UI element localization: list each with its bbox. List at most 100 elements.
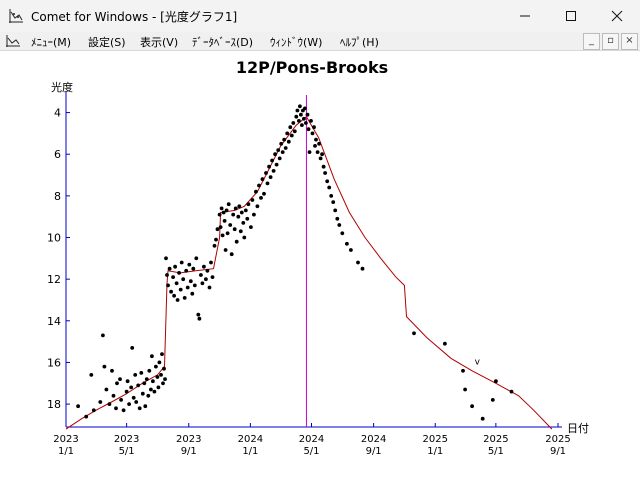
observation-point xyxy=(199,273,203,277)
observation-point xyxy=(285,131,290,136)
observation-point xyxy=(163,377,167,381)
observation-point xyxy=(250,198,255,202)
observation-point xyxy=(317,141,321,146)
observation-point xyxy=(207,285,212,290)
observation-point xyxy=(196,312,201,317)
observation-point xyxy=(149,387,153,392)
observation-point xyxy=(314,137,318,142)
observation-point xyxy=(300,123,304,127)
observation-point xyxy=(114,406,118,411)
observation-point xyxy=(264,171,268,175)
observation-point xyxy=(238,229,243,234)
observation-point xyxy=(461,368,465,373)
observation-point xyxy=(273,152,277,157)
observation-point xyxy=(345,241,349,246)
observation-point xyxy=(212,243,217,248)
x-tick-label-year: 2023 xyxy=(114,434,139,445)
observation-point xyxy=(204,277,208,282)
menu-bar: ﾒﾆｭｰ(M) 設定(S) 表示(V) ﾃﾞｰﾀﾍﾞｰｽ(D) ｳｨﾝﾄﾞｳ(W… xyxy=(0,32,640,51)
x-tick-label-year: 2025 xyxy=(423,434,448,445)
mdi-minimize-button[interactable]: _ xyxy=(583,33,600,50)
observation-point xyxy=(146,393,151,398)
observation-point xyxy=(91,408,96,413)
mdi-restore-button[interactable]: ▫ xyxy=(602,33,619,50)
observation-point xyxy=(124,389,129,394)
observation-point xyxy=(349,248,353,252)
observation-point xyxy=(167,266,172,271)
observation-point xyxy=(175,298,180,302)
observation-point xyxy=(265,181,270,186)
observation-point xyxy=(205,268,210,273)
x-tick-label-date: 1/1 xyxy=(427,446,443,457)
observation-point xyxy=(241,221,246,225)
observation-point xyxy=(187,262,192,267)
menu-help[interactable]: ﾍﾙﾌﾟ(H) xyxy=(340,34,379,50)
y-tick-label: 6 xyxy=(54,148,61,161)
observation-point xyxy=(174,281,179,286)
observation-point xyxy=(303,106,307,111)
observation-point xyxy=(185,285,190,290)
observation-point xyxy=(172,293,177,298)
observation-point xyxy=(194,256,199,261)
x-tick-label-year: 2024 xyxy=(238,434,263,445)
observation-point xyxy=(219,206,224,211)
observation-point xyxy=(127,402,131,406)
observation-point xyxy=(157,360,162,365)
menu-settings[interactable]: 設定(S) xyxy=(88,34,126,50)
observation-point xyxy=(214,237,218,242)
close-button[interactable] xyxy=(594,0,640,32)
observation-point xyxy=(118,377,122,381)
observation-point xyxy=(169,289,174,294)
observation-point xyxy=(209,260,213,265)
observation-point xyxy=(231,212,236,217)
observation-point xyxy=(304,121,308,125)
observation-point xyxy=(218,225,223,230)
observation-point xyxy=(155,375,160,379)
observation-point xyxy=(173,264,178,269)
x-tick-label-date: 5/1 xyxy=(488,446,504,457)
observation-point xyxy=(295,108,300,113)
observation-point xyxy=(115,381,119,386)
x-tick-label-date: 1/1 xyxy=(242,446,258,457)
observation-point xyxy=(184,268,189,273)
x-tick-label-year: 2025 xyxy=(545,434,570,445)
observation-point xyxy=(283,146,288,150)
maximize-button[interactable] xyxy=(548,0,594,32)
x-tick-label-date: 5/1 xyxy=(119,446,135,457)
observation-point xyxy=(302,116,306,121)
observation-point xyxy=(494,379,498,384)
observation-point xyxy=(102,364,107,369)
x-tick-label-date: 9/1 xyxy=(181,446,197,457)
observation-point xyxy=(259,196,263,200)
menu-view[interactable]: 表示(V) xyxy=(140,34,178,50)
y-tick-label: 10 xyxy=(47,232,61,245)
document-icon[interactable] xyxy=(5,33,21,49)
observation-point xyxy=(119,398,123,402)
x-tick-label-date: 1/1 xyxy=(58,446,74,457)
menu-menu[interactable]: ﾒﾆｭｰ(M) xyxy=(31,34,71,50)
marker-label: v xyxy=(475,358,481,368)
y-tick-label: 12 xyxy=(47,273,61,286)
minimize-button[interactable] xyxy=(502,0,548,32)
observation-point xyxy=(137,406,142,411)
x-tick-label-year: 2024 xyxy=(299,434,324,445)
observation-point xyxy=(197,316,202,321)
observation-point xyxy=(125,379,130,384)
observation-point xyxy=(151,379,155,384)
menu-window[interactable]: ｳｨﾝﾄﾞｳ(W) xyxy=(270,34,322,50)
observation-point xyxy=(139,371,144,375)
y-axis-label: 光度 xyxy=(51,80,73,94)
observation-point xyxy=(299,112,303,117)
mdi-close-button[interactable]: × xyxy=(621,33,638,50)
observation-point xyxy=(220,233,225,238)
observation-point xyxy=(297,119,301,123)
menu-database[interactable]: ﾃﾞｰﾀﾍﾞｰｽ(D) xyxy=(192,34,253,50)
observation-point xyxy=(237,204,242,209)
observation-point xyxy=(470,404,474,409)
y-tick-label: 8 xyxy=(54,190,61,203)
observation-point xyxy=(331,200,336,205)
observation-point xyxy=(412,331,416,336)
axes: 468101214161820231/120235/120239/120241/… xyxy=(47,92,571,457)
x-tick-label-year: 2023 xyxy=(176,434,201,445)
observation-point xyxy=(310,131,315,136)
